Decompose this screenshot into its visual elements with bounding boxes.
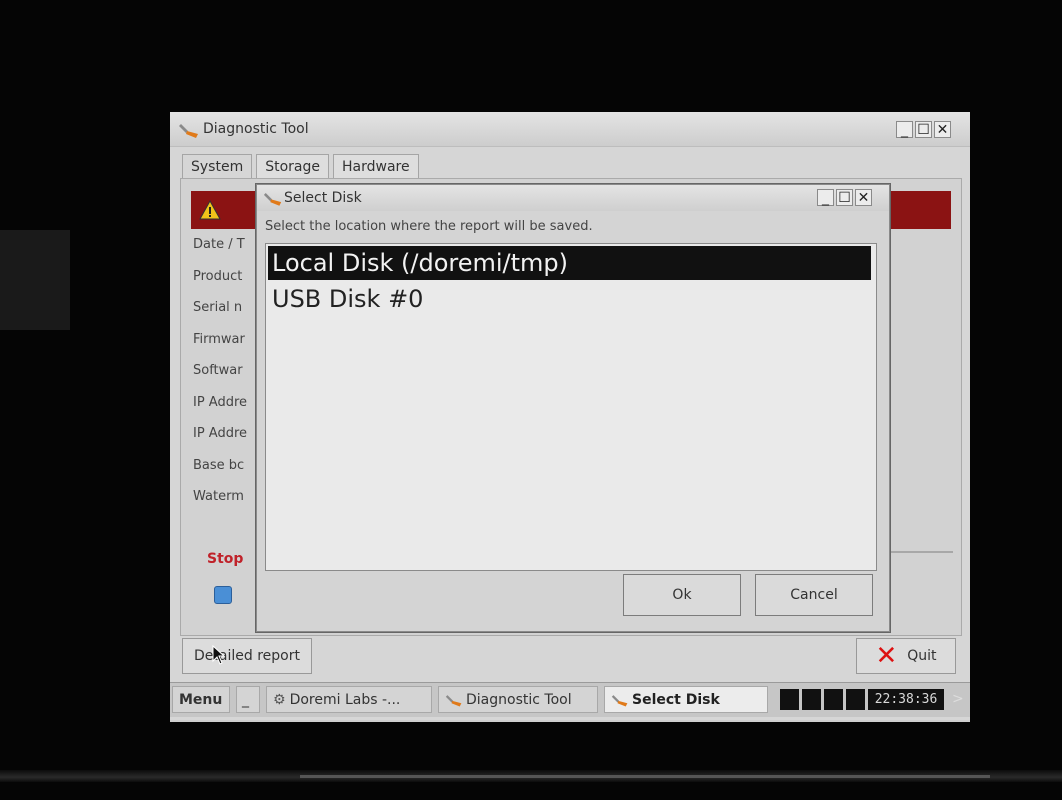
maximize-button[interactable]: ☐ (915, 121, 932, 138)
mouse-cursor-icon (212, 645, 226, 665)
taskbar-task-select-disk[interactable]: Select Disk (604, 686, 768, 713)
minimize-button[interactable]: _ (896, 121, 913, 138)
disk-list-item[interactable]: Local Disk (/doremi/tmp) (268, 246, 871, 280)
tab-system[interactable]: System (182, 154, 253, 179)
field-label-ip-1: IP Addre (193, 394, 248, 410)
field-label-software: Softwar (193, 363, 243, 378)
taskbar: Menu _ ⚙ Doremi Labs -... Diagnostic Too… (170, 682, 970, 717)
cancel-button[interactable]: Cancel (755, 574, 873, 616)
tab-storage[interactable]: Storage (256, 154, 329, 179)
quit-button[interactable]: ✕ Quit (856, 638, 956, 674)
disk-list[interactable]: Local Disk (/doremi/tmp) USB Disk #0 (265, 243, 877, 571)
taskbar-clock: 22:38:36 (868, 689, 944, 710)
field-label-product: Product (193, 268, 243, 284)
taskbar-minimize-all-button[interactable]: _ (236, 686, 260, 713)
field-label-date: Date / T (193, 237, 245, 252)
main-window-title: Diagnostic Tool (203, 121, 309, 137)
dialog-titlebar[interactable]: Select Disk _ ☐ ✕ (257, 185, 889, 211)
monitor-bezel-left (0, 230, 70, 330)
taskbar-task-label: Diagnostic Tool (466, 691, 572, 708)
field-label-ip-2: IP Addre (193, 426, 248, 441)
tab-bar: System Storage Hardware (182, 154, 419, 179)
field-label-base-board: Base bc (193, 457, 245, 473)
dialog-maximize-button[interactable]: ☐ (836, 189, 853, 206)
stop-toggle-button[interactable] (214, 586, 232, 604)
tray-indicator (780, 689, 799, 710)
taskbar-menu-button[interactable]: Menu (172, 686, 230, 713)
dialog-minimize-button[interactable]: _ (817, 189, 834, 206)
select-disk-dialog: Select Disk _ ☐ ✕ Select the location wh… (256, 184, 890, 632)
tray-indicator (824, 689, 843, 710)
taskbar-task-doremi[interactable]: ⚙ Doremi Labs -... (266, 686, 432, 713)
field-label-serial: Serial n (193, 300, 243, 315)
dialog-close-button[interactable]: ✕ (855, 189, 872, 206)
taskbar-task-diagnostic-tool[interactable]: Diagnostic Tool (438, 686, 598, 713)
warning-icon (199, 199, 221, 220)
quit-x-icon: ✕ (875, 641, 898, 671)
detailed-report-button[interactable]: Detailed report (182, 638, 312, 674)
stop-label: Stop (207, 551, 244, 567)
tab-hardware[interactable]: Hardware (333, 154, 419, 179)
field-label-watermark: Waterm (193, 489, 244, 504)
wrench-icon (611, 694, 628, 707)
screen: Diagnostic Tool _ ☐ ✕ System Storage Har… (170, 112, 970, 722)
monitor-bezel-line (300, 775, 990, 778)
close-button[interactable]: ✕ (934, 121, 951, 138)
ok-button[interactable]: Ok (623, 574, 741, 616)
taskbar-task-label: Doremi Labs -... (289, 691, 401, 708)
taskbar-scroll-arrow[interactable]: > (952, 691, 964, 707)
wrench-icon (445, 694, 462, 707)
dialog-title: Select Disk (284, 190, 362, 206)
quit-label: Quit (907, 648, 937, 664)
tray-indicator (802, 689, 821, 710)
disk-list-item[interactable]: USB Disk #0 (268, 282, 871, 316)
wrench-icon (263, 193, 282, 206)
dialog-instruction: Select the location where the report wil… (265, 219, 593, 234)
tray-indicator (846, 689, 865, 710)
wrench-icon (179, 124, 198, 138)
gear-icon: ⚙ (273, 691, 286, 708)
field-label-firmware: Firmwar (193, 331, 245, 347)
field-labels: Date / T Product Serial n Firmwar Softwa… (193, 237, 249, 521)
taskbar-task-label: Select Disk (632, 691, 720, 708)
main-titlebar[interactable]: Diagnostic Tool _ ☐ ✕ (170, 112, 970, 147)
panel-divider (887, 551, 953, 553)
